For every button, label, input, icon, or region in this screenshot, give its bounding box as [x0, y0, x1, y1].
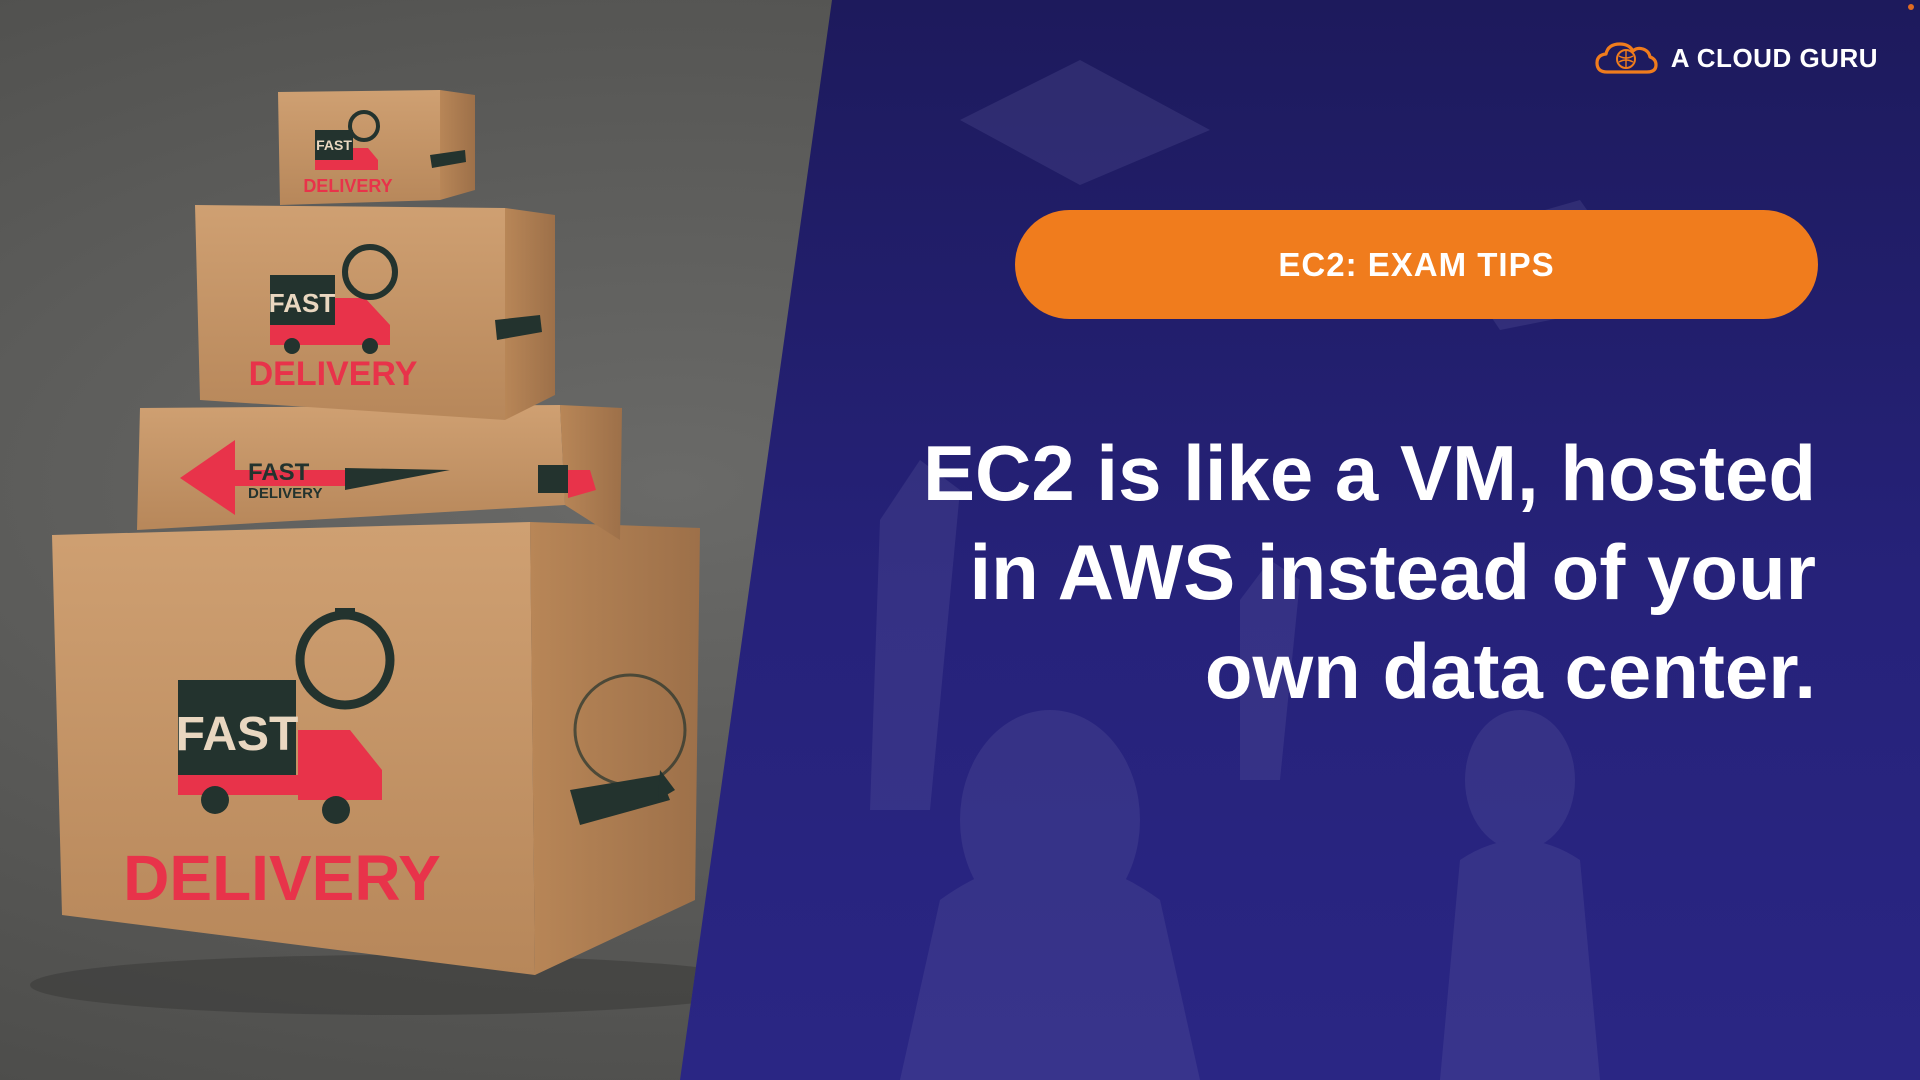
headline-line-1: EC2 is like a VM, hosted	[923, 429, 1816, 517]
box-medium: FAST DELIVERY	[195, 205, 555, 420]
box-medium-fast-text: FAST	[269, 288, 336, 318]
headline-line-2: in AWS instead of your	[969, 528, 1817, 616]
box-flat-delivery-text: DELIVERY	[248, 485, 322, 502]
cloud-brain-icon	[1595, 42, 1658, 74]
box-large-delivery-text: DELIVERY	[123, 842, 441, 914]
box-small-delivery-text: DELIVERY	[303, 176, 392, 196]
section-pill-label: EC2: EXAM TIPS	[1278, 245, 1555, 283]
box-flat: FAST DELIVERY	[137, 405, 622, 540]
section-pill: EC2: EXAM TIPS	[1015, 210, 1818, 319]
corner-indicator-dot	[1908, 4, 1914, 10]
box-small-fast-text: FAST	[316, 137, 352, 153]
box-small: FAST DELIVERY	[278, 90, 475, 205]
box-large: FAST DELIVERY	[52, 522, 700, 975]
box-flat-fast-text: FAST	[248, 459, 310, 486]
box-large-fast-text: FAST	[176, 708, 299, 761]
brand-logo: A CLOUD GURU	[1593, 38, 1878, 78]
box-medium-delivery-text: DELIVERY	[249, 355, 418, 393]
headline: EC2 is like a VM, hosted in AWS instead …	[856, 424, 1816, 721]
brand-logo-text: A CLOUD GURU	[1670, 42, 1878, 73]
headline-line-3: own data center.	[1204, 627, 1816, 715]
